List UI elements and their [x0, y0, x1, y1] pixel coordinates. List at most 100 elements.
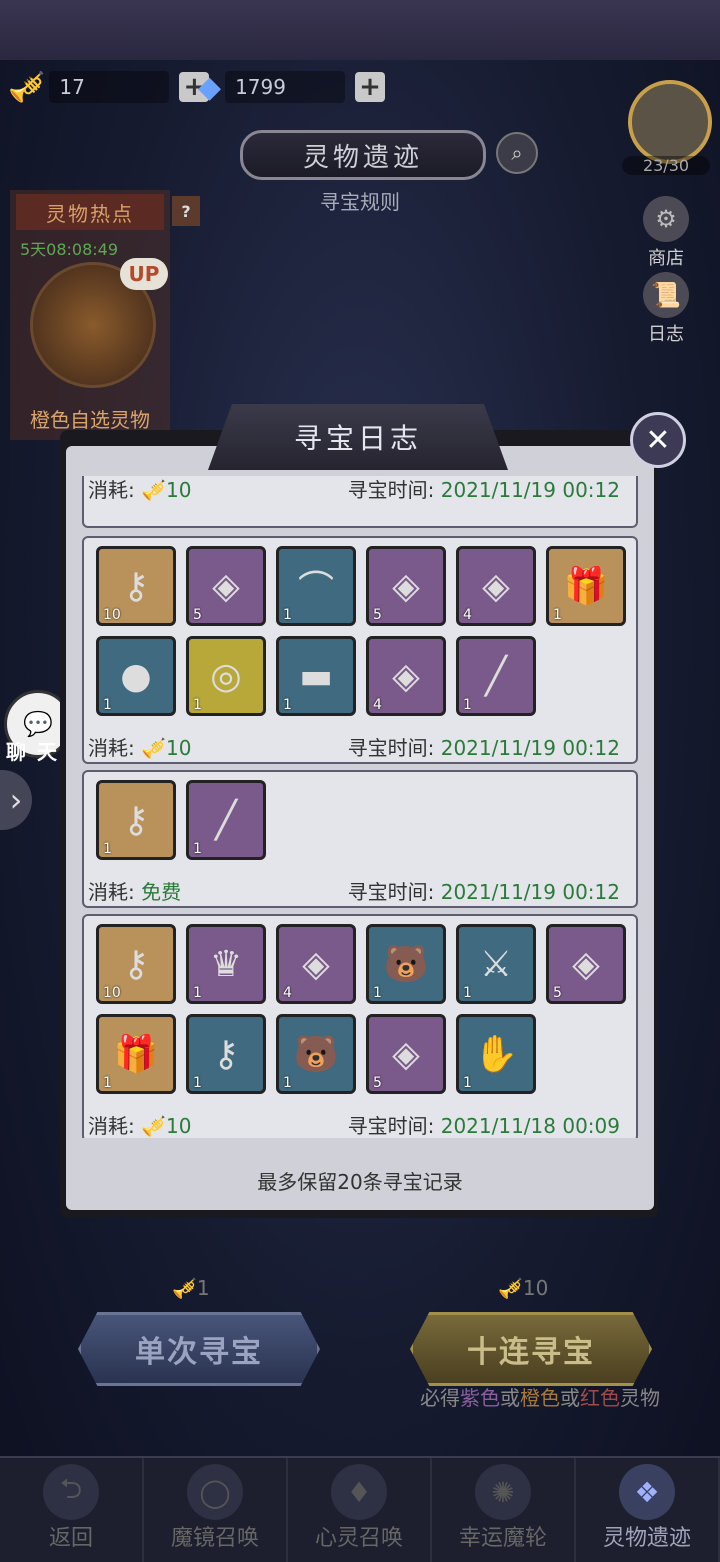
guarantee-pre: 必得: [420, 1386, 460, 1410]
reward-item[interactable]: 🎁 1: [546, 546, 626, 626]
record-card: ⚷ 10 ◈ 5 ⌒ 1 ◈ 5 ◈ 4 🎁 1 ● 1 ◎ 1 ▬ 1 ◈ 4 ╱ 1 消耗: 🎺10 寻宝时间: 2021…: [82, 536, 638, 764]
item-quantity: 10: [103, 985, 121, 1001]
reward-item[interactable]: ╱ 1: [186, 780, 266, 860]
item-quantity: 1: [193, 1075, 202, 1091]
nav-label: 返回: [48, 1526, 93, 1551]
record-footer: 消耗: 🎺10 寻宝时间: 2021/11/19 00:12: [84, 732, 638, 762]
reward-item[interactable]: ♛ 1: [186, 924, 266, 1004]
diamond-count: 1799: [225, 71, 346, 103]
nav-item[interactable]: ✺ 幸运魔轮: [432, 1458, 576, 1562]
item-quantity: 1: [463, 697, 472, 713]
horn-icon: 🎺: [498, 1276, 523, 1300]
time-label: 寻宝时间: [347, 880, 428, 904]
item-quantity: 4: [283, 985, 292, 1001]
record-time: 寻宝时间: 2021/11/19 00:12: [347, 478, 620, 502]
item-icon: ◈: [392, 1033, 420, 1075]
cost-label: 消耗: [88, 478, 128, 502]
wheel-icon: ✺: [475, 1464, 531, 1520]
chat-label[interactable]: 聊 天: [6, 736, 59, 765]
single-draw-button[interactable]: 单次寻宝: [78, 1312, 320, 1386]
reward-item[interactable]: ◈ 4: [276, 924, 356, 1004]
reward-item[interactable]: ◈ 5: [366, 1014, 446, 1094]
close-icon[interactable]: ✕: [630, 412, 686, 468]
hot-timer: 5天08:08:49: [20, 240, 119, 259]
relic-icon: ❖: [619, 1464, 675, 1520]
item-icon: 🐻: [383, 944, 429, 985]
nav-item[interactable]: ⮌ 返回: [0, 1458, 144, 1562]
single-cost-value: 1: [196, 1276, 210, 1300]
reward-item[interactable]: ⚔ 1: [456, 924, 536, 1004]
cost-value: 免费: [141, 880, 182, 904]
item-icon: ⚔: [479, 943, 513, 985]
record-card: ⚷ 10 ♛ 1 ◈ 4 🐻 1 ⚔ 1 ◈ 5 🎁 1 ⚷ 1 🐻 1 ◈ 5 ✋ 1 消耗: 🎺10 寻宝时间: 2021…: [82, 914, 638, 1138]
record-cost: 消耗: 免费: [88, 880, 182, 904]
expand-arrow-icon[interactable]: ›: [0, 770, 32, 830]
horn-icon: 🎺: [8, 69, 46, 105]
reward-item[interactable]: ◈ 5: [546, 924, 626, 1004]
item-quantity: 1: [463, 985, 472, 1001]
record-cost: 消耗: 🎺10: [88, 478, 192, 502]
ten-cost: 🎺10: [498, 1276, 548, 1300]
item-quantity: 1: [193, 697, 202, 713]
item-icon: ◈: [392, 565, 420, 607]
item-quantity: 5: [373, 607, 382, 623]
top-decoration: [0, 0, 720, 60]
nav-item[interactable]: ◯ 魔镜召唤: [144, 1458, 288, 1562]
reward-item[interactable]: ✋ 1: [456, 1014, 536, 1094]
magnifier-icon[interactable]: ⌕: [496, 132, 538, 174]
nav-label: 灵物遗迹: [602, 1526, 691, 1551]
reward-item[interactable]: ◈ 4: [366, 636, 446, 716]
reward-item[interactable]: ⚷ 1: [96, 780, 176, 860]
reward-item[interactable]: 🐻 1: [366, 924, 446, 1004]
reward-item[interactable]: ◈ 5: [186, 546, 266, 626]
reward-item[interactable]: ╱ 1: [456, 636, 536, 716]
record-partial: 消耗: 🎺10 寻宝时间: 2021/11/19 00:12: [82, 476, 638, 528]
ten-cost-value: 10: [522, 1276, 549, 1300]
horn-icon: 🎺: [141, 1114, 167, 1138]
page-title: 灵物遗迹: [240, 130, 486, 180]
reward-item[interactable]: ◈ 5: [366, 546, 446, 626]
horn-icon: 🎺: [141, 478, 167, 502]
guarantee-text: 必得紫色或橙色或红色灵物: [390, 1382, 690, 1411]
back-icon: ⮌: [43, 1464, 99, 1520]
modal-title: 寻宝日志: [208, 404, 508, 470]
nav-label: 魔镜召唤: [170, 1526, 259, 1551]
nav-item[interactable]: ❖ 灵物遗迹: [576, 1458, 720, 1562]
reward-item[interactable]: ● 1: [96, 636, 176, 716]
record-footer: 消耗: 🎺10 寻宝时间: 2021/11/19 00:12: [84, 476, 638, 504]
scroll-icon: 📜: [643, 272, 689, 318]
cost-label: 消耗: [88, 736, 128, 760]
reward-item[interactable]: ◈ 4: [456, 546, 536, 626]
reward-item[interactable]: ⚷ 10: [96, 546, 176, 626]
bottom-nav: ⮌ 返回 ◯ 魔镜召唤 ♦ 心灵召唤 ✺ 幸运魔轮 ❖ 灵物遗迹: [0, 1456, 720, 1562]
help-button[interactable]: ?: [172, 196, 200, 226]
avatar[interactable]: [628, 80, 712, 164]
add-diamond-button[interactable]: +: [355, 72, 386, 102]
reward-item[interactable]: 🐻 1: [276, 1014, 356, 1094]
item-icon: ◈: [212, 565, 240, 607]
item-icon: ⚷: [122, 799, 150, 841]
nav-item[interactable]: ♦ 心灵召唤: [288, 1458, 432, 1562]
keep-note: 最多保留20条寻宝记录: [257, 1170, 463, 1194]
item-quantity: 1: [103, 1075, 112, 1091]
record-list[interactable]: 消耗: 🎺10 寻宝时间: 2021/11/19 00:12 ⚷ 10 ◈ 5 ⌒ 1 ◈ 5…: [82, 476, 638, 1138]
hot-title: 灵物热点: [16, 194, 164, 230]
reward-item[interactable]: 🎁 1: [96, 1014, 176, 1094]
guarantee-orange: 橙色: [520, 1386, 560, 1410]
rules-link[interactable]: 寻宝规则: [300, 186, 420, 215]
log-button[interactable]: 📜 日志: [638, 272, 694, 346]
shop-button[interactable]: ⚙ 商店: [638, 196, 694, 270]
item-quantity: 1: [283, 607, 292, 623]
single-cost: 🎺1: [172, 1276, 210, 1300]
reward-item[interactable]: ◎ 1: [186, 636, 266, 716]
reward-item[interactable]: ▬ 1: [276, 636, 356, 716]
guarantee-or-2: 或: [560, 1386, 580, 1410]
ten-draw-button[interactable]: 十连寻宝: [410, 1312, 652, 1386]
item-icon: ◎: [210, 655, 242, 697]
reward-item[interactable]: ⚷ 1: [186, 1014, 266, 1094]
diamond-resource: ◆ 1799 +: [198, 68, 386, 106]
reward-item[interactable]: ⚷ 10: [96, 924, 176, 1004]
item-quantity: 4: [463, 607, 472, 623]
reward-item[interactable]: ⌒ 1: [276, 546, 356, 626]
horn-resource: 🎺 17 +: [8, 68, 210, 106]
